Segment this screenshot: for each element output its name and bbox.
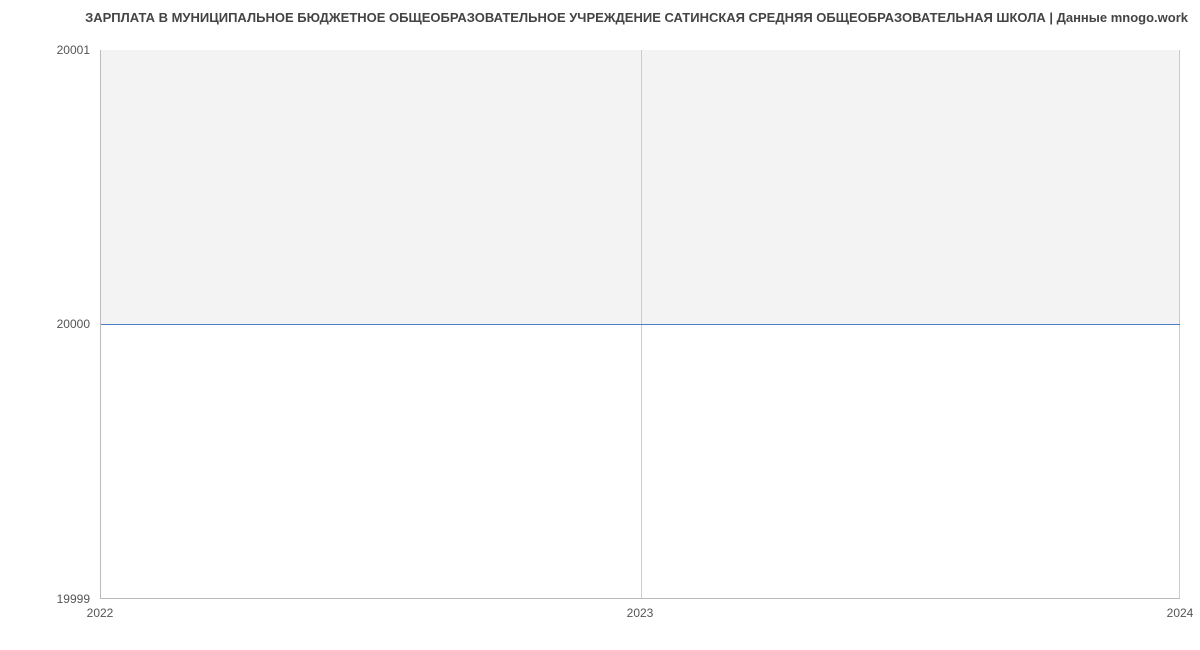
y-tick-bottom: 19999 — [0, 592, 90, 606]
x-tick-2023: 2023 — [627, 606, 654, 620]
y-tick-middle: 20000 — [0, 317, 90, 331]
x-tick-2024: 2024 — [1167, 606, 1194, 620]
chart-title: ЗАРПЛАТА В МУНИЦИПАЛЬНОЕ БЮДЖЕТНОЕ ОБЩЕО… — [12, 10, 1188, 25]
x-tick-2022: 2022 — [87, 606, 114, 620]
series-line — [101, 324, 1180, 325]
chart-container: ЗАРПЛАТА В МУНИЦИПАЛЬНОЕ БЮДЖЕТНОЕ ОБЩЕО… — [0, 0, 1200, 650]
y-tick-top: 20001 — [0, 43, 90, 57]
plot-area — [100, 50, 1180, 599]
